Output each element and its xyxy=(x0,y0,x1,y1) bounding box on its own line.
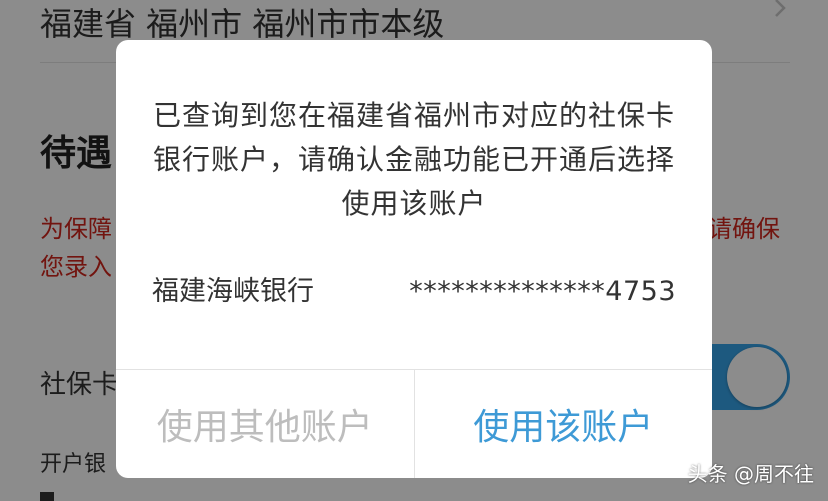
account-bank-name: 福建海峡银行 xyxy=(152,276,314,307)
watermark-text: 头条 @周不往 xyxy=(687,462,814,486)
account-info-row: 福建海峡银行 **************4753 xyxy=(152,272,676,312)
dialog-message: 已查询到您在福建省福州市对应的社保卡银行账户，请确认金融功能已开通后选择使用该账… xyxy=(152,99,675,220)
use-other-account-button[interactable]: 使用其他账户 xyxy=(116,370,415,478)
confirm-account-dialog: 已查询到您在福建省福州市对应的社保卡银行账户，请确认金融功能已开通后选择使用该账… xyxy=(116,40,712,478)
dialog-actions: 使用其他账户 使用该账户 xyxy=(116,369,712,478)
use-this-account-button[interactable]: 使用该账户 xyxy=(415,370,713,478)
account-number: **************4753 xyxy=(409,276,676,307)
